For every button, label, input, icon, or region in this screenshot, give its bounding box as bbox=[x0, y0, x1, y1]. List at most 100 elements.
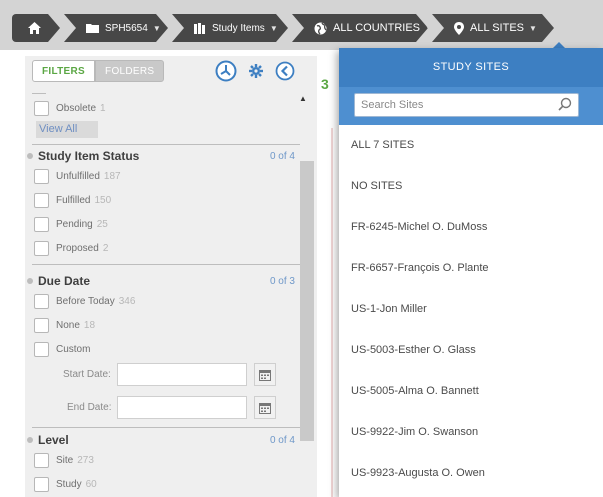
study-sites-dropdown: STUDY SITES Search Sites ALL 7 SITES NO … bbox=[339, 48, 603, 497]
option-count: 273 bbox=[77, 455, 94, 466]
scroll-up-arrow-icon[interactable]: ▲ bbox=[299, 94, 307, 103]
results-count: 3 bbox=[321, 76, 329, 92]
checkbox[interactable] bbox=[34, 453, 49, 468]
start-date-label: Start Date: bbox=[63, 369, 111, 380]
checkbox[interactable] bbox=[34, 294, 49, 309]
checkbox[interactable] bbox=[34, 193, 49, 208]
end-date-row: End Date: bbox=[67, 396, 277, 419]
option-count: 1 bbox=[100, 103, 106, 114]
filter-option-obsolete[interactable]: Obsolete 1 bbox=[34, 101, 106, 116]
divider bbox=[32, 427, 300, 428]
panel-tabs: FILTERS FOLDERS bbox=[32, 60, 165, 82]
breadcrumb-sites-label: ALL SITES bbox=[470, 22, 525, 34]
site-search-input[interactable]: Search Sites bbox=[354, 93, 579, 117]
gear-icon[interactable] bbox=[249, 64, 263, 83]
filter-option-proposed[interactable]: Proposed 2 bbox=[34, 241, 108, 256]
option-count: 60 bbox=[85, 479, 97, 490]
checkbox[interactable] bbox=[34, 342, 49, 357]
collapse-left-icon[interactable] bbox=[275, 61, 295, 86]
start-date-row: Start Date: bbox=[63, 363, 276, 386]
option-count: 25 bbox=[96, 219, 108, 230]
site-list: ALL 7 SITES NO SITES FR-6245-Michel O. D… bbox=[339, 125, 603, 494]
breadcrumb: SPH5654 ▼ Study Items ▼ ALL COUNTRIES ▼ … bbox=[12, 14, 558, 42]
book-icon bbox=[194, 23, 206, 34]
filter-option-before-today[interactable]: Before Today 346 bbox=[34, 294, 135, 309]
checkbox[interactable] bbox=[34, 217, 49, 232]
divider bbox=[32, 264, 300, 265]
breadcrumb-study[interactable]: SPH5654 ▼ bbox=[64, 14, 168, 42]
tab-folders[interactable]: FOLDERS bbox=[95, 60, 165, 82]
checkbox[interactable] bbox=[34, 169, 49, 184]
section-title: Study Item Status bbox=[38, 149, 140, 163]
option-label: Fulfilled bbox=[56, 195, 91, 206]
section-header-due-date[interactable]: Due Date 0 of 3 bbox=[27, 274, 295, 288]
section-header-level[interactable]: Level 0 of 4 bbox=[27, 433, 295, 447]
calendar-icon[interactable] bbox=[253, 363, 276, 386]
option-count: 18 bbox=[83, 320, 96, 331]
site-option[interactable]: FR-6245-Michel O. DuMoss bbox=[339, 207, 603, 248]
option-label: Study bbox=[56, 479, 82, 490]
site-option[interactable]: US-9923-Augusta O. Owen bbox=[339, 453, 603, 494]
checkbox[interactable] bbox=[34, 477, 49, 492]
filter-option-study[interactable]: Study 60 bbox=[34, 477, 97, 492]
option-label: Site bbox=[56, 455, 74, 466]
option-label: Proposed bbox=[56, 243, 99, 254]
panel-scrollbar[interactable] bbox=[300, 161, 314, 441]
divider bbox=[32, 144, 300, 145]
section-selected-count: 0 of 3 bbox=[269, 275, 295, 287]
view-all-link[interactable]: View All bbox=[36, 121, 98, 138]
breadcrumb-bar: SPH5654 ▼ Study Items ▼ ALL COUNTRIES ▼ … bbox=[0, 0, 603, 50]
option-label: Unfulfilled bbox=[56, 171, 100, 182]
chevron-down-icon: ▼ bbox=[529, 23, 537, 33]
content-divider bbox=[331, 128, 333, 497]
filter-option-site[interactable]: Site 273 bbox=[34, 453, 94, 468]
divider bbox=[32, 93, 46, 94]
site-search-bar: Search Sites bbox=[339, 87, 603, 125]
tab-filters[interactable]: FILTERS bbox=[32, 60, 96, 82]
home-icon bbox=[28, 22, 41, 34]
end-date-label: End Date: bbox=[67, 402, 112, 413]
filter-option-custom[interactable]: Custom bbox=[34, 342, 90, 357]
filter-option-pending[interactable]: Pending 25 bbox=[34, 217, 108, 232]
checkbox[interactable] bbox=[34, 101, 49, 116]
site-option[interactable]: FR-6657-François O. Plante bbox=[339, 248, 603, 289]
checkbox[interactable] bbox=[34, 241, 49, 256]
site-option-all[interactable]: ALL 7 SITES bbox=[339, 125, 603, 166]
checkbox[interactable] bbox=[34, 318, 49, 333]
section-selected-count: 0 of 4 bbox=[269, 150, 295, 162]
search-placeholder: Search Sites bbox=[361, 99, 424, 111]
bullet-icon bbox=[27, 153, 33, 159]
section-title: Level bbox=[38, 433, 69, 447]
filter-option-none[interactable]: None 18 bbox=[34, 318, 95, 333]
breadcrumb-home[interactable] bbox=[12, 14, 60, 42]
start-date-input[interactable] bbox=[116, 363, 247, 386]
option-label: Before Today bbox=[56, 296, 115, 307]
option-count: 346 bbox=[118, 296, 136, 307]
panel-toolbar bbox=[215, 60, 295, 87]
search-icon[interactable] bbox=[558, 97, 572, 114]
section-selected-count: 0 of 4 bbox=[269, 434, 295, 446]
breadcrumb-countries-label: ALL COUNTRIES bbox=[333, 22, 421, 34]
option-count: 187 bbox=[103, 171, 121, 182]
breadcrumb-sites[interactable]: ALL SITES ▼ bbox=[432, 14, 554, 42]
map-pin-icon bbox=[454, 22, 464, 35]
chevron-down-icon: ▼ bbox=[152, 23, 161, 33]
site-option[interactable]: US-9922-Jim O. Swanson bbox=[339, 412, 603, 453]
breadcrumb-study-label: SPH5654 bbox=[105, 22, 148, 34]
breadcrumb-study-items[interactable]: Study Items ▼ bbox=[172, 14, 288, 42]
end-date-input[interactable] bbox=[117, 396, 248, 419]
chevron-down-icon: ▼ bbox=[269, 23, 278, 33]
filter-option-fulfilled[interactable]: Fulfilled 150 bbox=[34, 193, 111, 208]
site-option-none[interactable]: NO SITES bbox=[339, 166, 603, 207]
option-count: 2 bbox=[102, 243, 109, 254]
breadcrumb-countries[interactable]: ALL COUNTRIES ▼ bbox=[292, 14, 428, 42]
calendar-icon[interactable] bbox=[254, 396, 277, 419]
section-header-study-item-status[interactable]: Study Item Status 0 of 4 bbox=[27, 149, 295, 163]
option-label: None bbox=[56, 320, 80, 331]
site-option[interactable]: US-5005-Alma O. Bannett bbox=[339, 371, 603, 412]
history-icon[interactable] bbox=[215, 60, 237, 87]
section-title: Due Date bbox=[38, 274, 91, 288]
filter-option-unfulfilled[interactable]: Unfulfilled 187 bbox=[34, 169, 121, 184]
site-option[interactable]: US-5003-Esther O. Glass bbox=[339, 330, 603, 371]
site-option[interactable]: US-1-Jon Miller bbox=[339, 289, 603, 330]
